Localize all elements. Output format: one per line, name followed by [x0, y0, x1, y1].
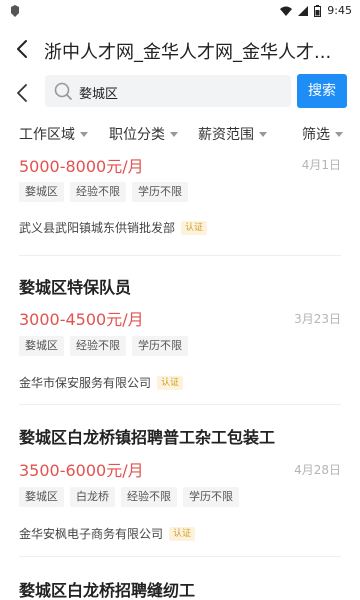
search-value: 婺城区 [79, 87, 119, 102]
app-logo-icon [11, 5, 19, 17]
search-input[interactable]: 婺城区 [45, 75, 291, 107]
company-row: 金华安枫电子商务有限公司 认证 [19, 525, 196, 542]
search-icon [54, 82, 72, 100]
job-card[interactable]: 婺城区白龙桥招聘缝纫工 [0, 557, 360, 600]
job-tag: 经验不限 [121, 487, 177, 507]
filter-label: 工作区域 [19, 127, 75, 143]
title-bar: 浙中人才网_金华人才网_金华人才... [0, 24, 360, 74]
job-tag: 学历不限 [132, 182, 188, 202]
caret-down-icon [259, 131, 267, 137]
caret-down-icon [335, 131, 343, 137]
verified-badge: 认证 [181, 220, 208, 235]
filter-label: 职位分类 [109, 127, 165, 143]
status-time: 9:45 [327, 4, 352, 17]
wifi-icon [280, 6, 293, 16]
job-tag: 学历不限 [183, 487, 239, 507]
job-card[interactable]: 婺城区特保队员 3000-4500元/月 3月23日 婺城区 经验不限 学历不限… [0, 256, 360, 404]
job-salary: 3500-6000元/月 [19, 461, 144, 480]
company-row: 金华市保安服务有限公司 认证 [19, 374, 184, 391]
company-name: 武义县武阳镇城东供销批发部 [19, 221, 176, 235]
job-list: 5000-8000元/月 4月1日 婺城区 经验不限 学历不限 武义县武阳镇城东… [0, 152, 360, 600]
job-date: 3月23日 [294, 312, 341, 326]
job-card[interactable]: 5000-8000元/月 4月1日 婺城区 经验不限 学历不限 武义县武阳镇城东… [0, 152, 360, 254]
job-tag: 婺城区 [19, 487, 64, 507]
page-title: 浙中人才网_金华人才网_金华人才... [44, 42, 332, 63]
company-row: 武义县武阳镇城东供销批发部 认证 [19, 219, 208, 236]
back-arrow-icon[interactable] [10, 36, 36, 62]
job-title: 婺城区特保队员 [19, 278, 132, 297]
search-back-icon[interactable] [12, 82, 34, 104]
status-bar: 9:45 [0, 0, 360, 24]
search-row: 婺城区 搜索 [0, 74, 360, 114]
job-salary: 5000-8000元/月 [19, 157, 144, 176]
job-date: 4月28日 [294, 463, 341, 477]
caret-down-icon [170, 131, 178, 137]
job-tag: 婺城区 [19, 182, 64, 202]
battery-icon [314, 4, 322, 17]
job-tags: 婺城区 经验不限 学历不限 [19, 336, 188, 356]
verified-badge: 认证 [169, 526, 196, 541]
job-card[interactable]: 婺城区白龙桥镇招聘普工杂工包装工 3500-6000元/月 4月28日 婺城区 … [0, 405, 360, 555]
company-name: 金华市保安服务有限公司 [19, 376, 152, 390]
job-tags: 婺城区 白龙桥 经验不限 学历不限 [19, 487, 239, 507]
job-tag: 学历不限 [132, 336, 188, 356]
job-tags: 婺城区 经验不限 学历不限 [19, 182, 188, 202]
verified-badge: 认证 [157, 375, 184, 390]
job-date: 4月1日 [301, 158, 341, 172]
job-title: 婺城区白龙桥镇招聘普工杂工包装工 [19, 428, 276, 447]
filter-salary-range[interactable]: 薪资范围 [198, 124, 267, 144]
signal-icon [298, 5, 309, 16]
job-tag: 白龙桥 [70, 487, 115, 507]
job-title: 婺城区白龙桥招聘缝纫工 [19, 581, 196, 600]
caret-down-icon [80, 131, 88, 137]
job-tag: 经验不限 [70, 336, 126, 356]
search-button[interactable]: 搜索 [297, 74, 347, 108]
job-tag: 婺城区 [19, 336, 64, 356]
filter-more[interactable]: 筛选 [302, 124, 343, 144]
filter-label: 薪资范围 [198, 127, 254, 143]
company-name: 金华安枫电子商务有限公司 [19, 527, 164, 541]
job-salary: 3000-4500元/月 [19, 310, 144, 329]
filter-job-category[interactable]: 职位分类 [109, 124, 178, 144]
filter-label: 筛选 [302, 127, 330, 143]
filter-work-area[interactable]: 工作区域 [19, 124, 88, 144]
job-tag: 经验不限 [70, 182, 126, 202]
filter-bar: 工作区域 职位分类 薪资范围 筛选 [0, 116, 360, 152]
